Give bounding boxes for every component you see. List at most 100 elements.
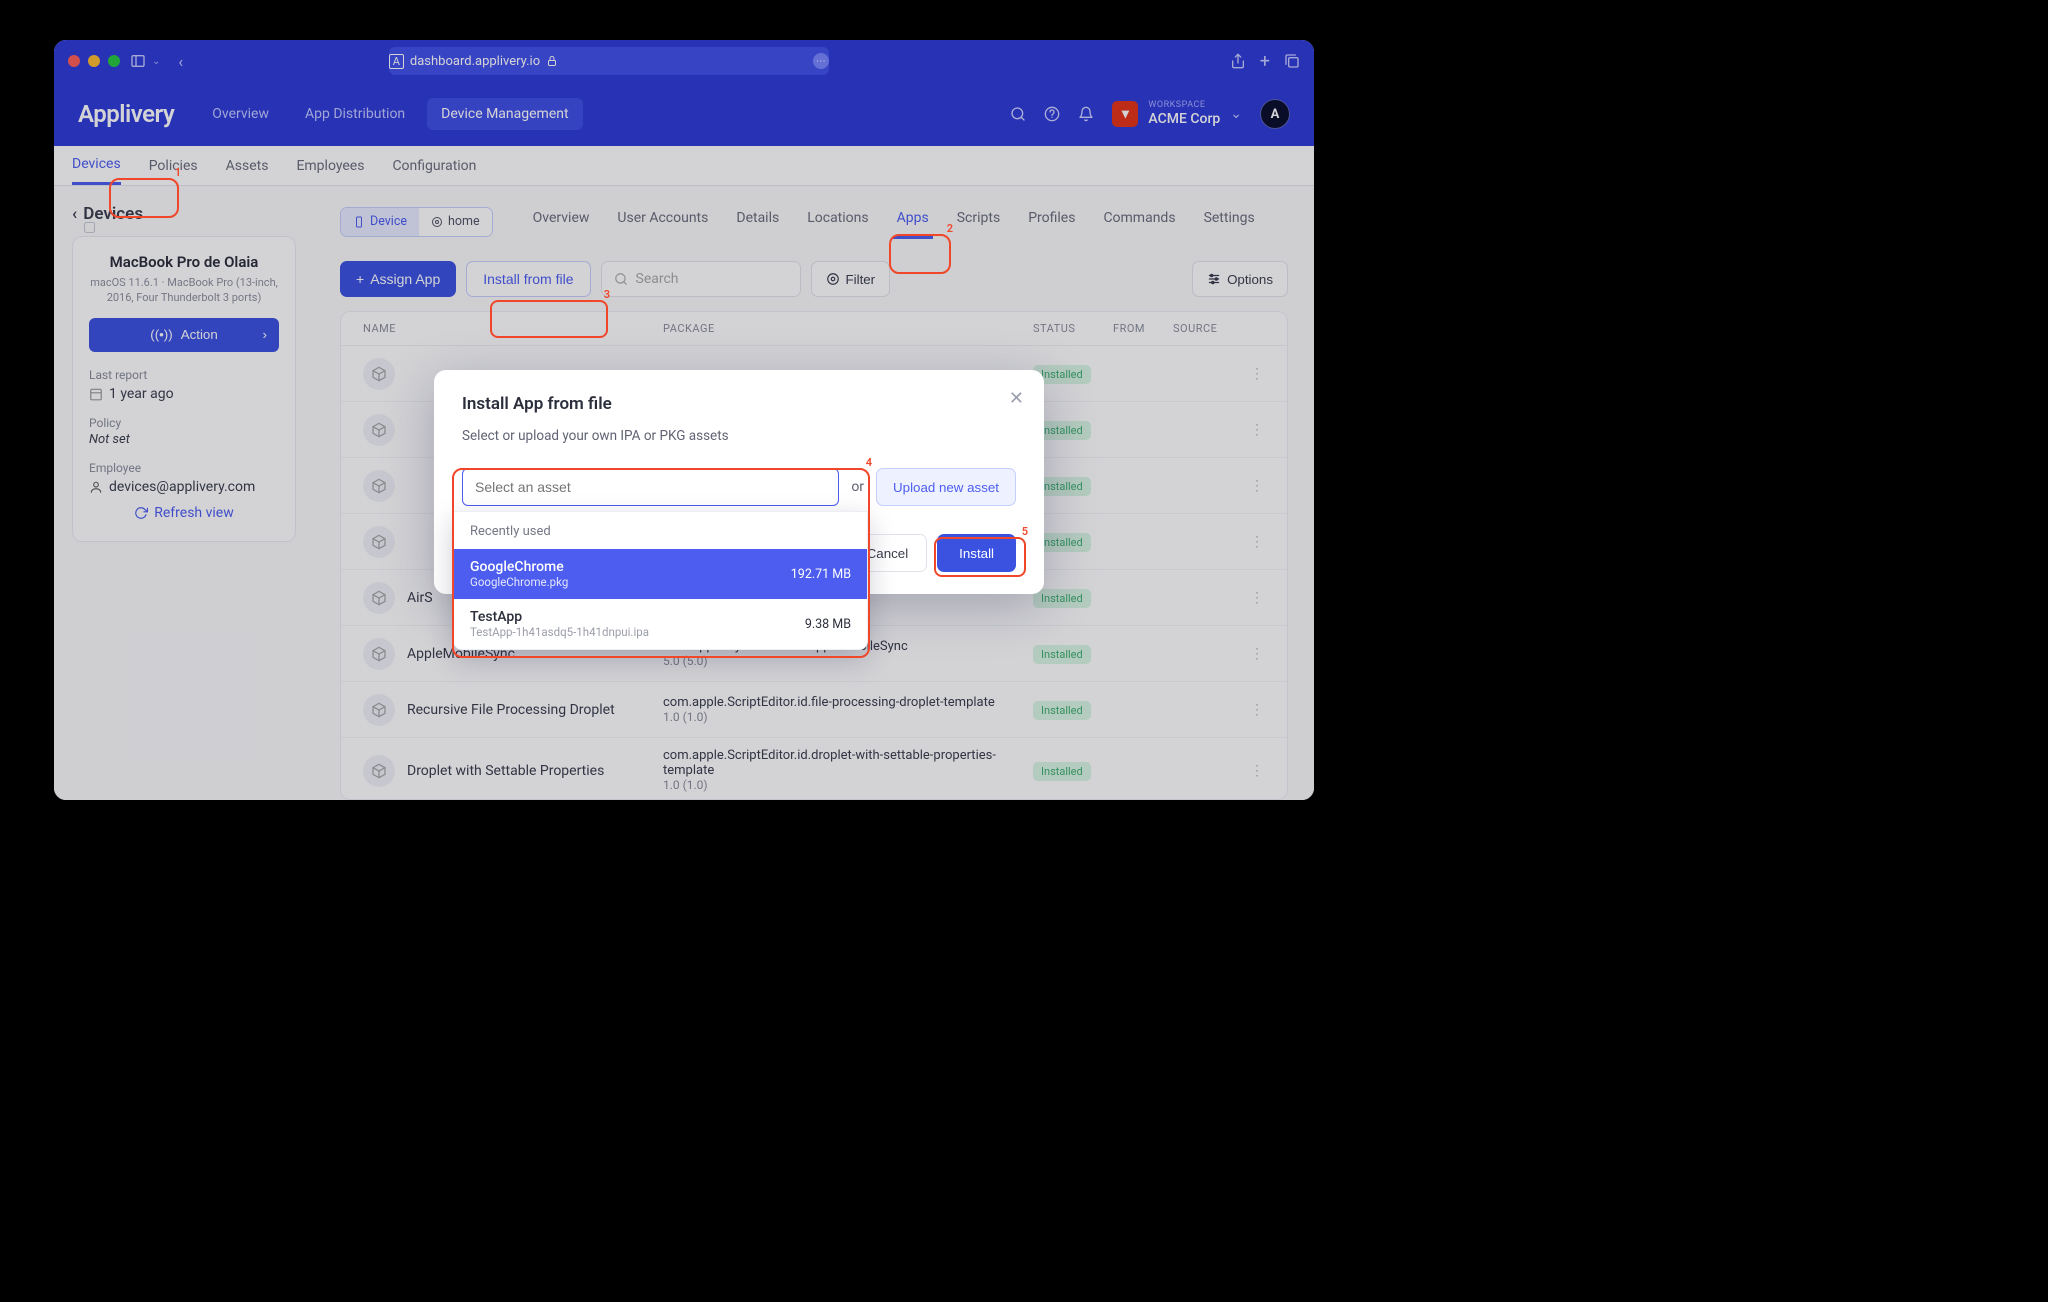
subnav-devices[interactable]: Devices (72, 146, 121, 185)
subnav-configuration[interactable]: Configuration (392, 148, 476, 184)
dropdown-header: Recently used (454, 512, 867, 549)
sidebar-toggle-icon[interactable]: ⌄ (130, 53, 160, 69)
dropdown-item[interactable]: TestAppTestApp-1h41asdq5-1h41dnpui.ipa9.… (454, 599, 867, 649)
device-tabs: Overview User Accounts Details Locations… (529, 204, 1259, 239)
tab-settings[interactable]: Settings (1200, 204, 1259, 239)
search-placeholder: Search (636, 271, 679, 287)
window-controls[interactable] (68, 55, 120, 67)
dropdown-item[interactable]: GoogleChromeGoogleChrome.pkg192.71 MB (454, 549, 867, 599)
nav-device-management[interactable]: Device Management (427, 98, 582, 130)
app-package: com.apple.ScriptEditor.id.file-processin… (663, 695, 1033, 725)
segment-device[interactable]: Device (341, 208, 419, 236)
nav-overview[interactable]: Overview (198, 98, 283, 130)
row-menu-icon[interactable]: ⋮ (1243, 646, 1271, 662)
help-icon[interactable] (1044, 106, 1060, 122)
extensions-icon[interactable]: ⋯ (813, 53, 829, 69)
status-badge: Installed (1033, 589, 1091, 608)
package-icon (363, 694, 395, 726)
row-menu-icon[interactable]: ⋮ (1243, 422, 1271, 438)
app-name: Droplet with Settable Properties (407, 763, 663, 779)
nav-app-distribution[interactable]: App Distribution (291, 98, 419, 130)
tab-details[interactable]: Details (732, 204, 783, 239)
modal-subtitle: Select or upload your own IPA or PKG ass… (462, 428, 1016, 444)
upload-asset-button[interactable]: Upload new asset (876, 468, 1016, 506)
subnav-assets[interactable]: Assets (226, 148, 269, 184)
row-menu-icon[interactable]: ⋮ (1243, 366, 1271, 382)
segment-home[interactable]: home (419, 208, 492, 236)
action-button[interactable]: ((•)) Action › (89, 318, 279, 352)
row-menu-icon[interactable]: ⋮ (1243, 590, 1271, 606)
asset-select-input[interactable] (462, 468, 839, 506)
filter-icon (826, 272, 840, 286)
workspace-switcher[interactable]: ▾ WORKSPACE ACME Corp ⌄ (1112, 100, 1242, 128)
policy-label: Policy (89, 416, 279, 430)
asset-dropdown: Recently used GoogleChromeGoogleChrome.p… (453, 511, 868, 650)
employee-value: devices@applivery.com (109, 479, 255, 495)
row-menu-icon[interactable]: ⋮ (1243, 478, 1271, 494)
user-icon (89, 480, 103, 494)
row-menu-icon[interactable]: ⋮ (1243, 702, 1271, 718)
browser-titlebar: ⌄ ‹ A dashboard.applivery.io ⋯ + (54, 40, 1314, 82)
search-icon[interactable] (1010, 106, 1026, 122)
or-label: or (851, 479, 864, 495)
url-bar[interactable]: A dashboard.applivery.io ⋯ (389, 47, 829, 75)
chevron-right-icon: › (263, 327, 267, 342)
package-icon (363, 470, 395, 502)
new-tab-icon[interactable]: + (1260, 51, 1270, 72)
refresh-view[interactable]: Refresh view (89, 505, 279, 521)
filter-button[interactable]: Filter (811, 261, 891, 297)
tab-user-accounts[interactable]: User Accounts (613, 204, 712, 239)
browser-window: ⌄ ‹ A dashboard.applivery.io ⋯ + Applive… (54, 40, 1314, 800)
device-meta: macOS 11.6.1 · MacBook Pro (13-inch, 201… (89, 275, 279, 306)
tab-profiles[interactable]: Profiles (1024, 204, 1079, 239)
workspace-name: ACME Corp (1148, 111, 1220, 128)
tab-overview[interactable]: Overview (529, 204, 594, 239)
options-button[interactable]: Options (1192, 261, 1288, 297)
share-icon[interactable] (1230, 53, 1246, 69)
table-row[interactable]: Recursive File Processing Droplet com.ap… (341, 682, 1287, 738)
mdm-icon: ▢ (83, 219, 96, 235)
back-to-devices[interactable]: ‹Devices (72, 204, 296, 224)
package-icon (363, 358, 395, 390)
sub-nav: Devices Policies Assets Employees Config… (54, 146, 1314, 186)
bell-icon[interactable] (1078, 106, 1094, 122)
employee-label: Employee (89, 461, 279, 475)
search-icon (614, 272, 628, 286)
tab-locations[interactable]: Locations (803, 204, 872, 239)
subnav-policies[interactable]: Policies (149, 148, 198, 184)
device-name: MacBook Pro de Olaia (89, 253, 279, 271)
tab-apps[interactable]: Apps (893, 204, 933, 239)
col-from: FROM (1113, 322, 1173, 335)
sidebar: ‹Devices ▢ MacBook Pro de Olaia macOS 11… (54, 186, 314, 800)
assign-app-button[interactable]: +Assign App (340, 261, 456, 297)
row-menu-icon[interactable]: ⋮ (1243, 534, 1271, 550)
status-badge: Installed (1033, 701, 1091, 720)
close-icon[interactable]: ✕ (1009, 388, 1024, 409)
subnav-employees[interactable]: Employees (296, 148, 364, 184)
status-badge: Installed (1033, 762, 1091, 781)
logo: Applivery (78, 100, 174, 128)
col-package: PACKAGE (663, 322, 1033, 335)
segment-control: Device home (340, 207, 493, 237)
search-input[interactable]: Search (601, 261, 801, 297)
modal-title: Install App from file (462, 394, 1016, 414)
install-button[interactable]: Install (937, 534, 1016, 572)
sliders-icon (1207, 272, 1221, 286)
status-badge: Installed (1033, 645, 1091, 664)
chevron-down-icon: ⌄ (1230, 106, 1242, 122)
last-report-label: Last report (89, 368, 279, 382)
tabs-icon[interactable] (1284, 53, 1300, 69)
main-nav: Overview App Distribution Device Managem… (198, 98, 582, 130)
table-row[interactable]: Droplet with Settable Properties com.app… (341, 738, 1287, 800)
tab-scripts[interactable]: Scripts (953, 204, 1004, 239)
refresh-icon (134, 506, 148, 520)
tab-commands[interactable]: Commands (1099, 204, 1179, 239)
install-from-file-button[interactable]: Install from file (466, 261, 590, 297)
device-card: ▢ MacBook Pro de Olaia macOS 11.6.1 · Ma… (72, 236, 296, 542)
last-report-value: 1 year ago (109, 386, 174, 402)
avatar[interactable]: A (1260, 99, 1290, 129)
back-icon[interactable]: ‹ (178, 52, 183, 71)
broadcast-icon: ((•)) (150, 327, 172, 342)
package-icon (363, 414, 395, 446)
row-menu-icon[interactable]: ⋮ (1243, 763, 1271, 779)
